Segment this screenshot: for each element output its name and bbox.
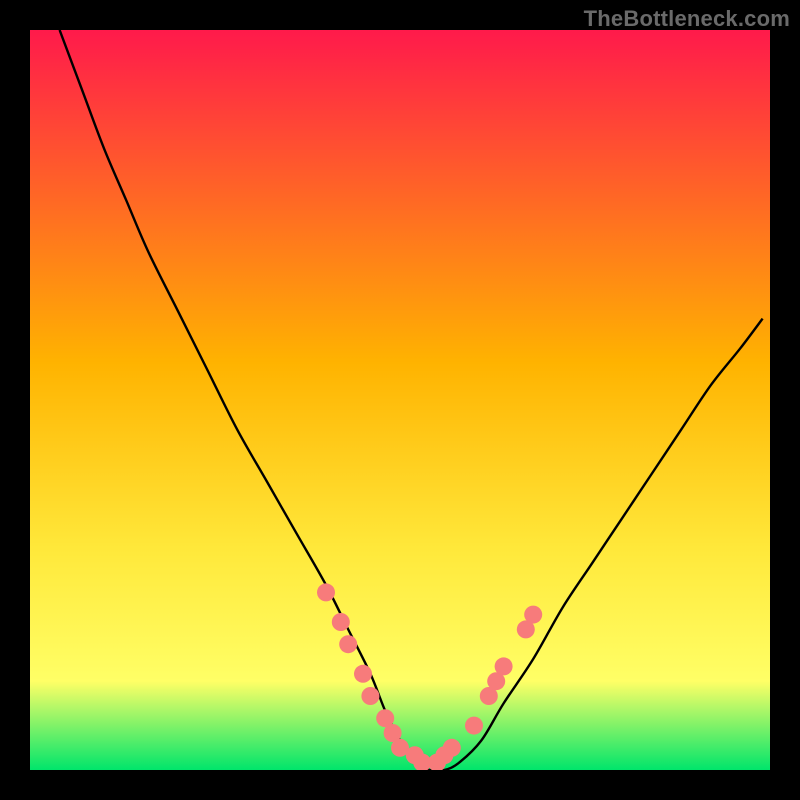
data-point: [317, 583, 335, 601]
chart-frame: TheBottleneck.com: [0, 0, 800, 800]
data-point: [465, 717, 483, 735]
data-point: [361, 687, 379, 705]
data-point: [332, 613, 350, 631]
data-point: [339, 635, 357, 653]
watermark-text: TheBottleneck.com: [584, 6, 790, 32]
data-point: [524, 606, 542, 624]
data-point: [495, 657, 513, 675]
plot-background: [30, 30, 770, 770]
data-point: [354, 665, 372, 683]
bottleneck-chart: [0, 0, 800, 800]
data-point: [443, 739, 461, 757]
